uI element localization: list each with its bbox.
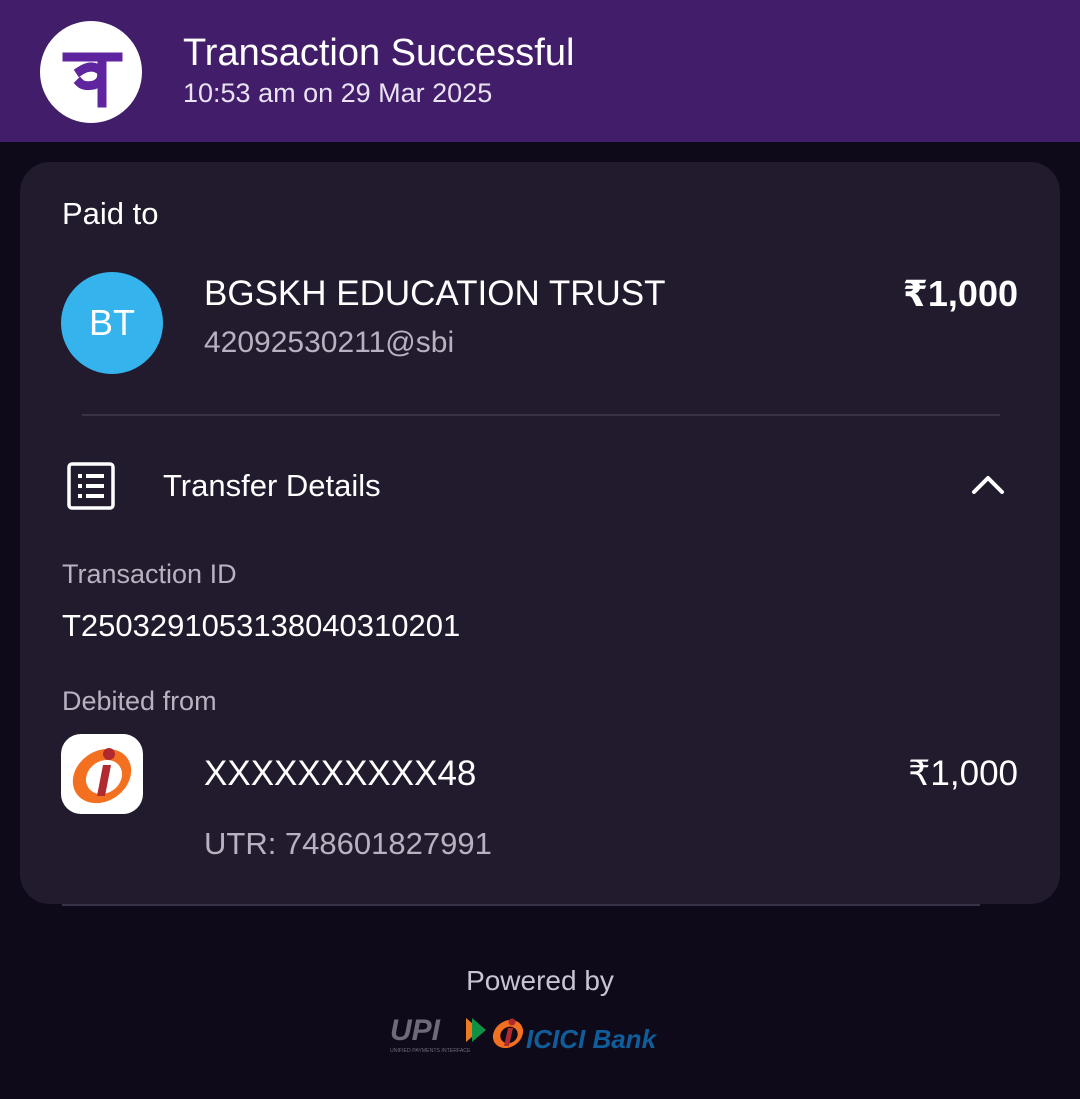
divider <box>82 414 1000 416</box>
icici-logo-icon: ICICI Bank <box>492 1018 658 1054</box>
debited-from-label: Debited from <box>62 686 217 716</box>
utr-number[interactable]: UTR: 748601827991 <box>204 826 492 862</box>
transfer-details-label[interactable]: Transfer Details <box>163 468 381 504</box>
transaction-id-label: Transaction ID <box>62 559 237 589</box>
paid-amount: ₹1,000 <box>902 273 1018 314</box>
account-number: XXXXXXXXXX48 <box>204 754 477 793</box>
receipt-list-icon <box>67 462 115 515</box>
partner-logos: UPI UNIFIED PAYMENTS INTERFACE ICICI Ban… <box>388 1012 688 1056</box>
transaction-card: Paid to BT BGSKH EDUCATION TRUST 4209253… <box>20 162 1060 904</box>
powered-by-label: Powered by <box>466 965 614 996</box>
transaction-status-title: Transaction Successful <box>183 32 575 74</box>
divider <box>62 904 980 906</box>
payee-upi-id: 42092530211@sbi <box>204 326 455 359</box>
paid-to-label: Paid to <box>62 196 159 231</box>
transaction-timestamp: 10:53 am on 29 Mar 2025 <box>183 78 493 108</box>
debit-amount: ₹1,000 <box>908 754 1018 793</box>
phonepe-logo-icon <box>40 21 142 123</box>
header-bar: Transaction Successful 10:53 am on 29 Ma… <box>0 0 1080 142</box>
payee-name: BGSKH EDUCATION TRUST <box>204 274 666 313</box>
icici-bank-icon <box>61 734 143 814</box>
upi-logo-icon: UPI UNIFIED PAYMENTS INTERFACE <box>390 1014 486 1054</box>
icici-logo-text: ICICI Bank <box>526 1024 658 1054</box>
upi-logo-text: UPI <box>390 1014 441 1047</box>
chevron-up-icon[interactable] <box>970 472 1006 501</box>
upi-tagline: UNIFIED PAYMENTS INTERFACE <box>390 1048 471 1054</box>
payee-initials: BT <box>88 302 135 343</box>
payee-avatar: BT <box>61 272 163 374</box>
transaction-id-value[interactable]: T2503291053138040310201 <box>62 608 460 644</box>
